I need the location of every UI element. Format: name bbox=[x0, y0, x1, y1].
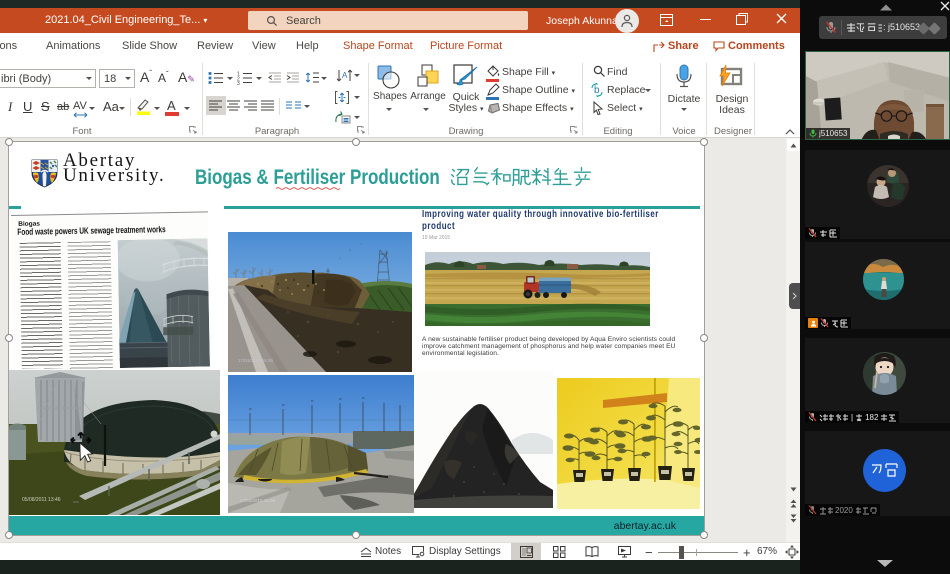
svg-text:17/03/2015 15:38: 17/03/2015 15:38 bbox=[240, 498, 276, 503]
svg-text:A: A bbox=[342, 71, 348, 80]
svg-text:3: 3 bbox=[237, 81, 240, 85]
svg-text:17/03/2015 15:36: 17/03/2015 15:36 bbox=[238, 358, 274, 363]
svg-text:05/08/2011 13:46: 05/08/2011 13:46 bbox=[22, 497, 61, 503]
svg-text:b: b bbox=[594, 85, 600, 96]
